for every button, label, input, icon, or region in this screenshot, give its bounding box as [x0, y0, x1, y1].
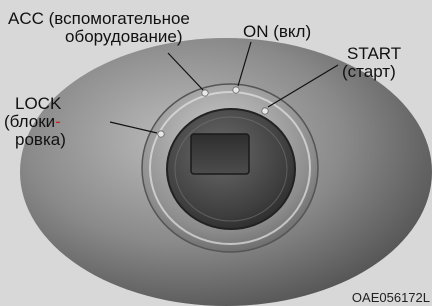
acc-label-line2: оборудование)	[65, 27, 183, 46]
lock-label-line3: ровка)	[15, 130, 66, 149]
lock-position-dot	[157, 130, 165, 138]
lock-label-line2-text: (блоки	[4, 112, 56, 131]
start-position-dot	[261, 107, 269, 115]
lock-label-hyphen: -	[55, 112, 61, 131]
acc-label-line1: ACC (вспомогательное	[8, 9, 190, 28]
acc-position-dot	[201, 89, 209, 97]
lock-label-line2: (блоки-	[4, 113, 61, 131]
key-slot	[190, 133, 250, 175]
lock-label-line1: LOCK	[15, 94, 62, 113]
on-label: ON (вкл)	[243, 22, 312, 41]
start-label-line1: START	[347, 44, 402, 63]
figure-code: OAE056172L	[351, 290, 430, 305]
start-label-line2: (старт)	[342, 62, 396, 81]
on-position-dot	[232, 86, 240, 94]
